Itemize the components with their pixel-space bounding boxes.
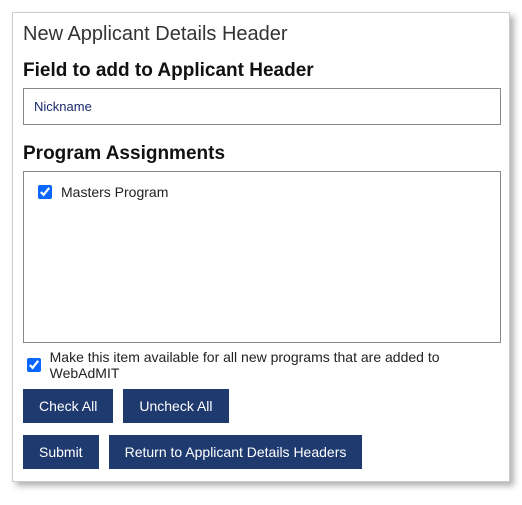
availability-checkbox[interactable] xyxy=(27,358,41,372)
submit-button-row: Submit Return to Applicant Details Heade… xyxy=(23,435,501,469)
page-title: New Applicant Details Header xyxy=(23,23,501,46)
panel: New Applicant Details Header Field to ad… xyxy=(12,12,510,482)
check-button-row: Check All Uncheck All xyxy=(23,389,501,423)
program-checkbox-masters[interactable] xyxy=(38,185,52,199)
availability-label: Make this item available for all new pro… xyxy=(50,349,501,381)
program-label: Masters Program xyxy=(61,184,168,200)
programs-box: Masters Program xyxy=(23,171,501,343)
submit-button[interactable]: Submit xyxy=(23,435,99,469)
uncheck-all-button[interactable]: Uncheck All xyxy=(123,389,228,423)
programs-heading: Program Assignments xyxy=(23,143,501,165)
field-select-value: Nickname xyxy=(34,99,92,114)
program-row: Masters Program xyxy=(34,182,490,202)
field-select[interactable]: Nickname xyxy=(23,88,501,125)
check-all-button[interactable]: Check All xyxy=(23,389,113,423)
return-button[interactable]: Return to Applicant Details Headers xyxy=(109,435,363,469)
availability-row: Make this item available for all new pro… xyxy=(23,349,501,381)
field-heading: Field to add to Applicant Header xyxy=(23,60,501,82)
